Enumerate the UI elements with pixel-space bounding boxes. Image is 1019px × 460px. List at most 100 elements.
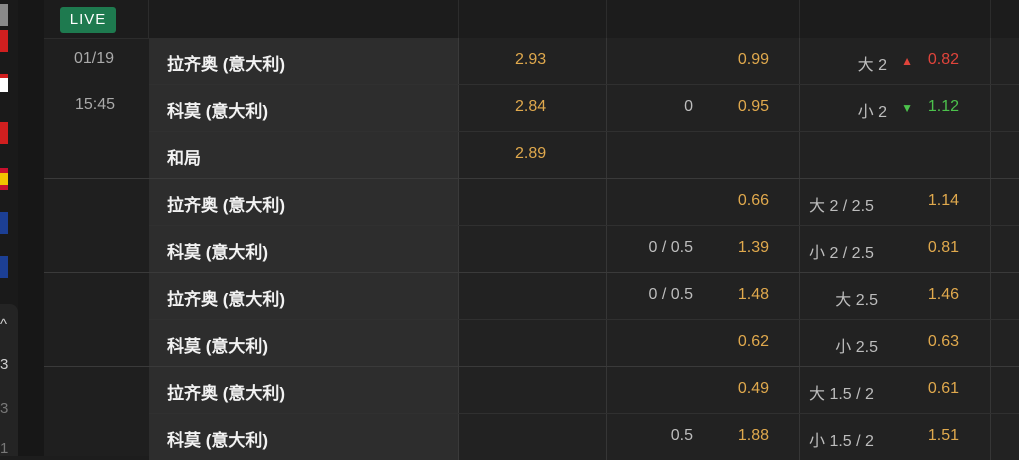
handicap-odds[interactable]: 0.95	[738, 98, 769, 116]
odds-1x2-cell	[459, 226, 607, 272]
handicap-cell[interactable]: 0 / 0.5 1.48	[607, 273, 800, 319]
odds-1x2[interactable]: 2.84	[515, 98, 546, 116]
team-cell: 拉齐奥 (意大利)	[149, 273, 459, 319]
team-cell: 拉齐奥 (意大利)	[149, 38, 459, 84]
over-under-cell[interactable]: 大 2 / 2.5 1.14	[800, 179, 991, 225]
arrow-down-icon: ▼	[901, 101, 913, 115]
handicap-odds[interactable]: 0.66	[738, 192, 769, 210]
table-header: LIVE	[44, 0, 1019, 39]
odds-1x2-cell[interactable]: 2.89	[459, 132, 607, 178]
over-under-cell[interactable]: 小 2 ▼ 1.12	[800, 85, 991, 131]
group-divider	[44, 272, 1019, 273]
extra-cell	[991, 414, 1019, 460]
extra-cell	[991, 367, 1019, 413]
group-divider	[44, 366, 1019, 367]
team-name: 和局	[167, 149, 201, 168]
over-under-odds[interactable]: 0.81	[928, 239, 959, 257]
team-cell: 科莫 (意大利)	[149, 226, 459, 272]
over-under-cell[interactable]: 小 2 / 2.5 0.81	[800, 226, 991, 272]
table-row: 科莫 (意大利) 0.5 1.88 小 1.5 / 2 1.51	[149, 414, 1019, 460]
odds-1x2-cell[interactable]: 2.93	[459, 38, 607, 84]
extra-cell	[991, 320, 1019, 366]
handicap-line: 0 / 0.5	[648, 286, 693, 303]
team-name: 拉齐奥 (意大利)	[167, 55, 286, 74]
sidebar-count: 1	[0, 440, 9, 457]
handicap-cell[interactable]: 0 0.95	[607, 85, 800, 131]
over-under-line: 大 2.5	[835, 292, 878, 309]
chevron-up-icon[interactable]: ^	[0, 316, 10, 333]
arrow-up-icon: ▲	[901, 54, 913, 68]
team-name: 科莫 (意大利)	[167, 431, 269, 450]
handicap-odds[interactable]: 0.62	[738, 333, 769, 351]
over-under-cell[interactable]: 大 2 ▲ 0.82	[800, 38, 991, 84]
flag-icon[interactable]	[0, 30, 8, 52]
table-row: 拉齐奥 (意大利) 0.66 大 2 / 2.5 1.14	[149, 179, 1019, 225]
over-under-odds[interactable]: 1.14	[928, 192, 959, 210]
over-under-odds[interactable]: 1.12	[928, 98, 959, 116]
handicap-cell	[607, 132, 800, 178]
over-under-line: 小 2.5	[835, 339, 878, 356]
over-under-odds[interactable]: 1.51	[928, 427, 959, 445]
flag-icon[interactable]	[0, 4, 8, 26]
over-under-odds[interactable]: 0.61	[928, 380, 959, 398]
team-name: 科莫 (意大利)	[167, 243, 269, 262]
row-divider	[149, 319, 1019, 320]
extra-cell	[991, 38, 1019, 84]
row-divider	[149, 413, 1019, 414]
table-row: 科莫 (意大利) 0 / 0.5 1.39 小 2 / 2.5 0.81	[149, 226, 1019, 272]
over-under-cell[interactable]: 大 2.5 1.46	[800, 273, 991, 319]
odds-1x2-cell	[459, 367, 607, 413]
handicap-cell[interactable]: 0.62	[607, 320, 800, 366]
header-divider	[990, 0, 991, 38]
table-row: 科莫 (意大利) 0.62 小 2.5 0.63	[149, 320, 1019, 366]
table-row: 拉齐奥 (意大利) 0 / 0.5 1.48 大 2.5 1.46	[149, 273, 1019, 319]
over-under-odds[interactable]: 0.82	[928, 51, 959, 69]
match-date: 01/19	[74, 50, 115, 67]
odds-1x2-cell	[459, 414, 607, 460]
extra-cell	[991, 179, 1019, 225]
over-under-odds[interactable]: 0.63	[928, 333, 959, 351]
over-under-cell[interactable]: 小 2.5 0.63	[800, 320, 991, 366]
handicap-cell[interactable]: 0.49	[607, 367, 800, 413]
handicap-odds[interactable]: 1.48	[738, 286, 769, 304]
over-under-cell[interactable]: 小 1.5 / 2 1.51	[800, 414, 991, 460]
handicap-line: 0	[684, 98, 693, 115]
odds-1x2-cell	[459, 320, 607, 366]
over-under-cell[interactable]: 大 1.5 / 2 0.61	[800, 367, 991, 413]
over-under-cell	[800, 132, 991, 178]
odds-1x2[interactable]: 2.89	[515, 145, 546, 163]
handicap-line: 0 / 0.5	[648, 239, 693, 256]
sidebar-count: 3	[0, 356, 9, 373]
handicap-odds[interactable]: 1.39	[738, 239, 769, 257]
row-divider	[149, 225, 1019, 226]
odds-1x2-cell[interactable]: 2.84	[459, 85, 607, 131]
sidebar-count: 3	[0, 400, 9, 417]
flag-icon[interactable]	[0, 168, 8, 190]
handicap-odds[interactable]: 1.88	[738, 427, 769, 445]
over-under-line: 大 2	[857, 57, 887, 74]
handicap-cell[interactable]: 0.99	[607, 38, 800, 84]
team-cell: 和局	[149, 132, 459, 178]
handicap-cell[interactable]: 0 / 0.5 1.39	[607, 226, 800, 272]
handicap-odds[interactable]: 0.49	[738, 380, 769, 398]
row-divider	[149, 84, 1019, 85]
handicap-cell[interactable]: 0.66	[607, 179, 800, 225]
flag-icon[interactable]	[0, 74, 8, 92]
team-name: 科莫 (意大利)	[167, 102, 269, 121]
handicap-odds[interactable]: 0.99	[738, 51, 769, 69]
handicap-cell[interactable]: 0.5 1.88	[607, 414, 800, 460]
table-row: 和局 2.89	[149, 132, 1019, 178]
team-cell: 科莫 (意大利)	[149, 320, 459, 366]
team-cell: 拉齐奥 (意大利)	[149, 179, 459, 225]
over-under-odds[interactable]: 1.46	[928, 286, 959, 304]
flag-icon[interactable]	[0, 212, 8, 234]
match-time: 15:45	[75, 96, 116, 113]
flag-icon[interactable]	[0, 256, 8, 278]
odds-1x2[interactable]: 2.93	[515, 51, 546, 69]
over-under-line: 小 2	[857, 104, 887, 121]
over-under-line: 大 1.5 / 2	[809, 386, 874, 403]
sidebar-divider	[18, 0, 45, 456]
team-cell: 拉齐奥 (意大利)	[149, 367, 459, 413]
odds-1x2-cell	[459, 273, 607, 319]
flag-icon[interactable]	[0, 122, 8, 144]
